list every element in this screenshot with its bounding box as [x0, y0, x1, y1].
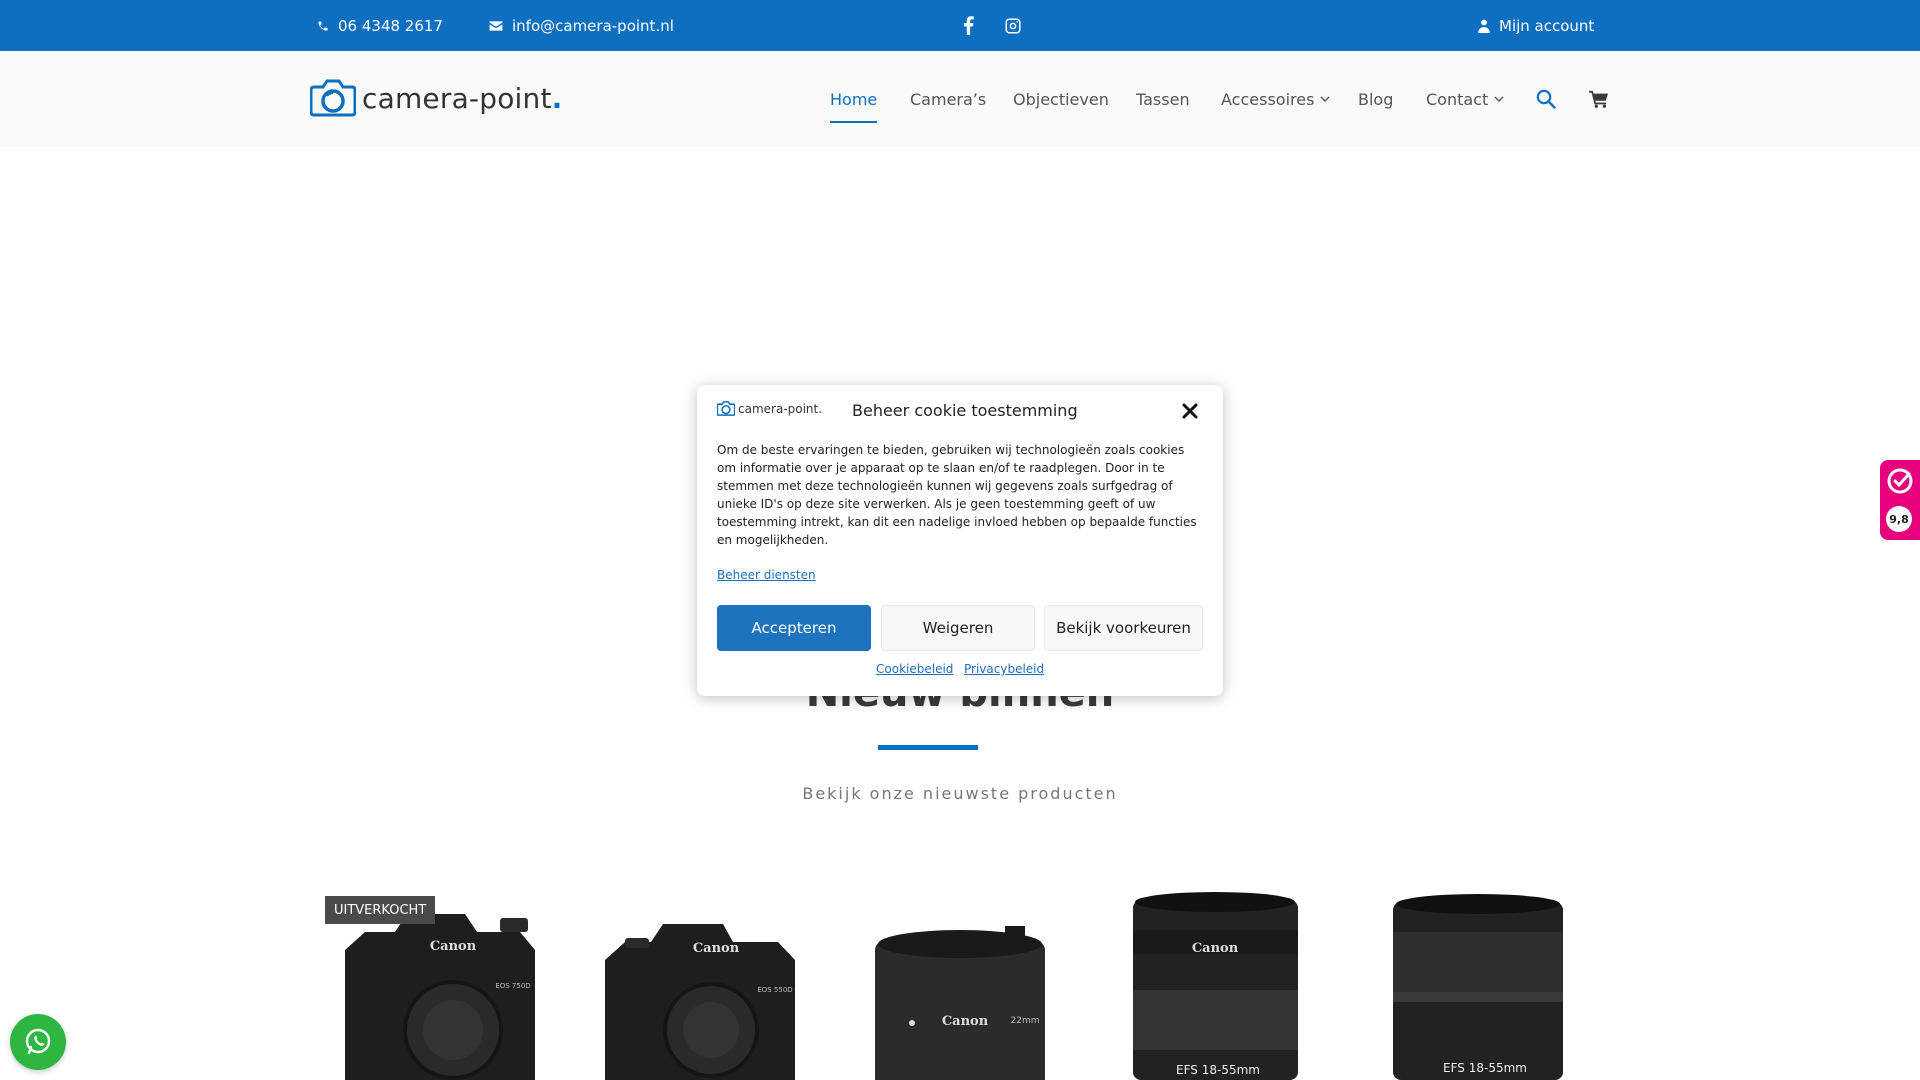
- nav-item-tassen[interactable]: Tassen: [1136, 51, 1190, 147]
- product-model: EOS 550D: [757, 986, 792, 994]
- deny-button[interactable]: Weigeren: [881, 605, 1035, 651]
- camera-logo-icon: [717, 401, 735, 416]
- email-address: info@camera-point.nl: [512, 16, 674, 35]
- nav-label: Blog: [1358, 89, 1394, 109]
- nav-label: Contact: [1426, 89, 1489, 109]
- sold-out-badge: UITVERKOCHT: [325, 896, 436, 924]
- phone-link[interactable]: 06 4348 2617: [317, 0, 443, 51]
- cookie-consent-dialog: camera-point. Beheer cookie toestemming …: [697, 385, 1223, 696]
- product-model: EOS 750D: [495, 982, 530, 990]
- nav-item-home[interactable]: Home: [830, 51, 878, 147]
- product-brand: Canon: [942, 1014, 989, 1029]
- product-model: EFS 18-55mm: [1176, 1063, 1260, 1077]
- whatsapp-icon: [25, 1028, 51, 1055]
- product-image-lens: Canon 22mm: [875, 926, 1045, 1080]
- close-button[interactable]: [1180, 401, 1200, 421]
- product-card-lens-2[interactable]: Canon EFS 18-55mm: [1100, 880, 1330, 1080]
- close-icon: [1182, 403, 1198, 419]
- cart-button[interactable]: [1589, 51, 1609, 147]
- search-icon: [1536, 89, 1556, 109]
- product-model: EFS 18-55mm: [1443, 1061, 1527, 1075]
- chevron-down-icon: [1320, 96, 1330, 102]
- nav-label: Accessoires: [1221, 89, 1315, 109]
- product-model: 22mm: [1011, 1016, 1040, 1026]
- review-score: 9,8: [1886, 506, 1912, 532]
- review-widget[interactable]: 9,8: [1880, 460, 1920, 540]
- envelope-icon: [489, 20, 503, 31]
- email-link[interactable]: info@camera-point.nl: [489, 0, 674, 51]
- product-card-camera-2[interactable]: Canon EOS 550D: [583, 880, 813, 1080]
- section-subtitle: Bekijk onze nieuwste producten: [802, 784, 1118, 803]
- nav-label: Camera’s: [910, 89, 987, 109]
- search-button[interactable]: [1536, 51, 1556, 147]
- instagram-link[interactable]: [1004, 0, 1022, 51]
- product-image-lens: EFS 18-55mm: [1393, 894, 1563, 1080]
- active-underline: [830, 121, 878, 123]
- product-brand: Canon: [1192, 941, 1239, 956]
- nav-label: Home: [830, 89, 878, 109]
- site-header: camera-point. Home Camera’s Objectieven …: [0, 51, 1920, 147]
- review-check-icon: [1887, 468, 1913, 494]
- manage-services-link[interactable]: Beheer diensten: [717, 568, 816, 582]
- account-label: Mijn account: [1499, 16, 1595, 35]
- accept-button[interactable]: Accepteren: [717, 605, 871, 651]
- privacy-policy-link[interactable]: Privacybeleid: [964, 662, 1044, 676]
- account-link[interactable]: Mijn account: [1478, 0, 1594, 51]
- shopping-cart-icon: [1589, 90, 1608, 108]
- cookie-logo-text: camera-point.: [738, 401, 823, 416]
- nav-item-accessoires[interactable]: Accessoires: [1221, 51, 1330, 147]
- product-brand: Canon: [430, 939, 477, 954]
- product-card-lens-1[interactable]: Canon 22mm: [845, 880, 1075, 1080]
- chevron-down-icon: [1494, 96, 1504, 102]
- cookie-dialog-title: Beheer cookie toestemming: [852, 401, 1078, 420]
- facebook-link[interactable]: [963, 0, 974, 51]
- nav-label: Objectieven: [1013, 89, 1109, 109]
- nav-item-objectieven[interactable]: Objectieven: [1013, 51, 1109, 147]
- facebook-icon: [963, 16, 974, 35]
- phone-icon: [318, 21, 328, 30]
- nav-item-cameras[interactable]: Camera’s: [910, 51, 986, 147]
- phone-number: 06 4348 2617: [338, 16, 443, 35]
- cookie-dialog-text: Om de beste ervaringen te bieden, gebrui…: [717, 443, 1197, 547]
- view-preferences-button[interactable]: Bekijk voorkeuren: [1044, 605, 1203, 651]
- cookie-policy-link[interactable]: Cookiebeleid: [876, 662, 953, 676]
- user-icon: [1478, 19, 1490, 33]
- cookie-dialog-logo: camera-point.: [717, 401, 822, 416]
- product-image-lens: Canon EFS 18-55mm: [1133, 892, 1298, 1080]
- product-brand: Canon: [693, 941, 740, 956]
- nav-item-blog[interactable]: Blog: [1358, 51, 1393, 147]
- top-bar: 06 4348 2617 info@camera-point.nl Mijn a…: [0, 0, 1920, 51]
- section-divider: [878, 745, 978, 750]
- nav-item-contact[interactable]: Contact: [1426, 51, 1504, 147]
- product-image-camera: Canon EOS 550D: [605, 924, 795, 1080]
- product-card-lens-3[interactable]: EFS 18-55mm: [1365, 880, 1595, 1080]
- instagram-icon: [1005, 18, 1021, 33]
- main-nav: Home Camera’s Objectieven Tassen Accesso…: [0, 51, 1920, 147]
- nav-label: Tassen: [1136, 89, 1190, 109]
- whatsapp-button[interactable]: [10, 1014, 66, 1070]
